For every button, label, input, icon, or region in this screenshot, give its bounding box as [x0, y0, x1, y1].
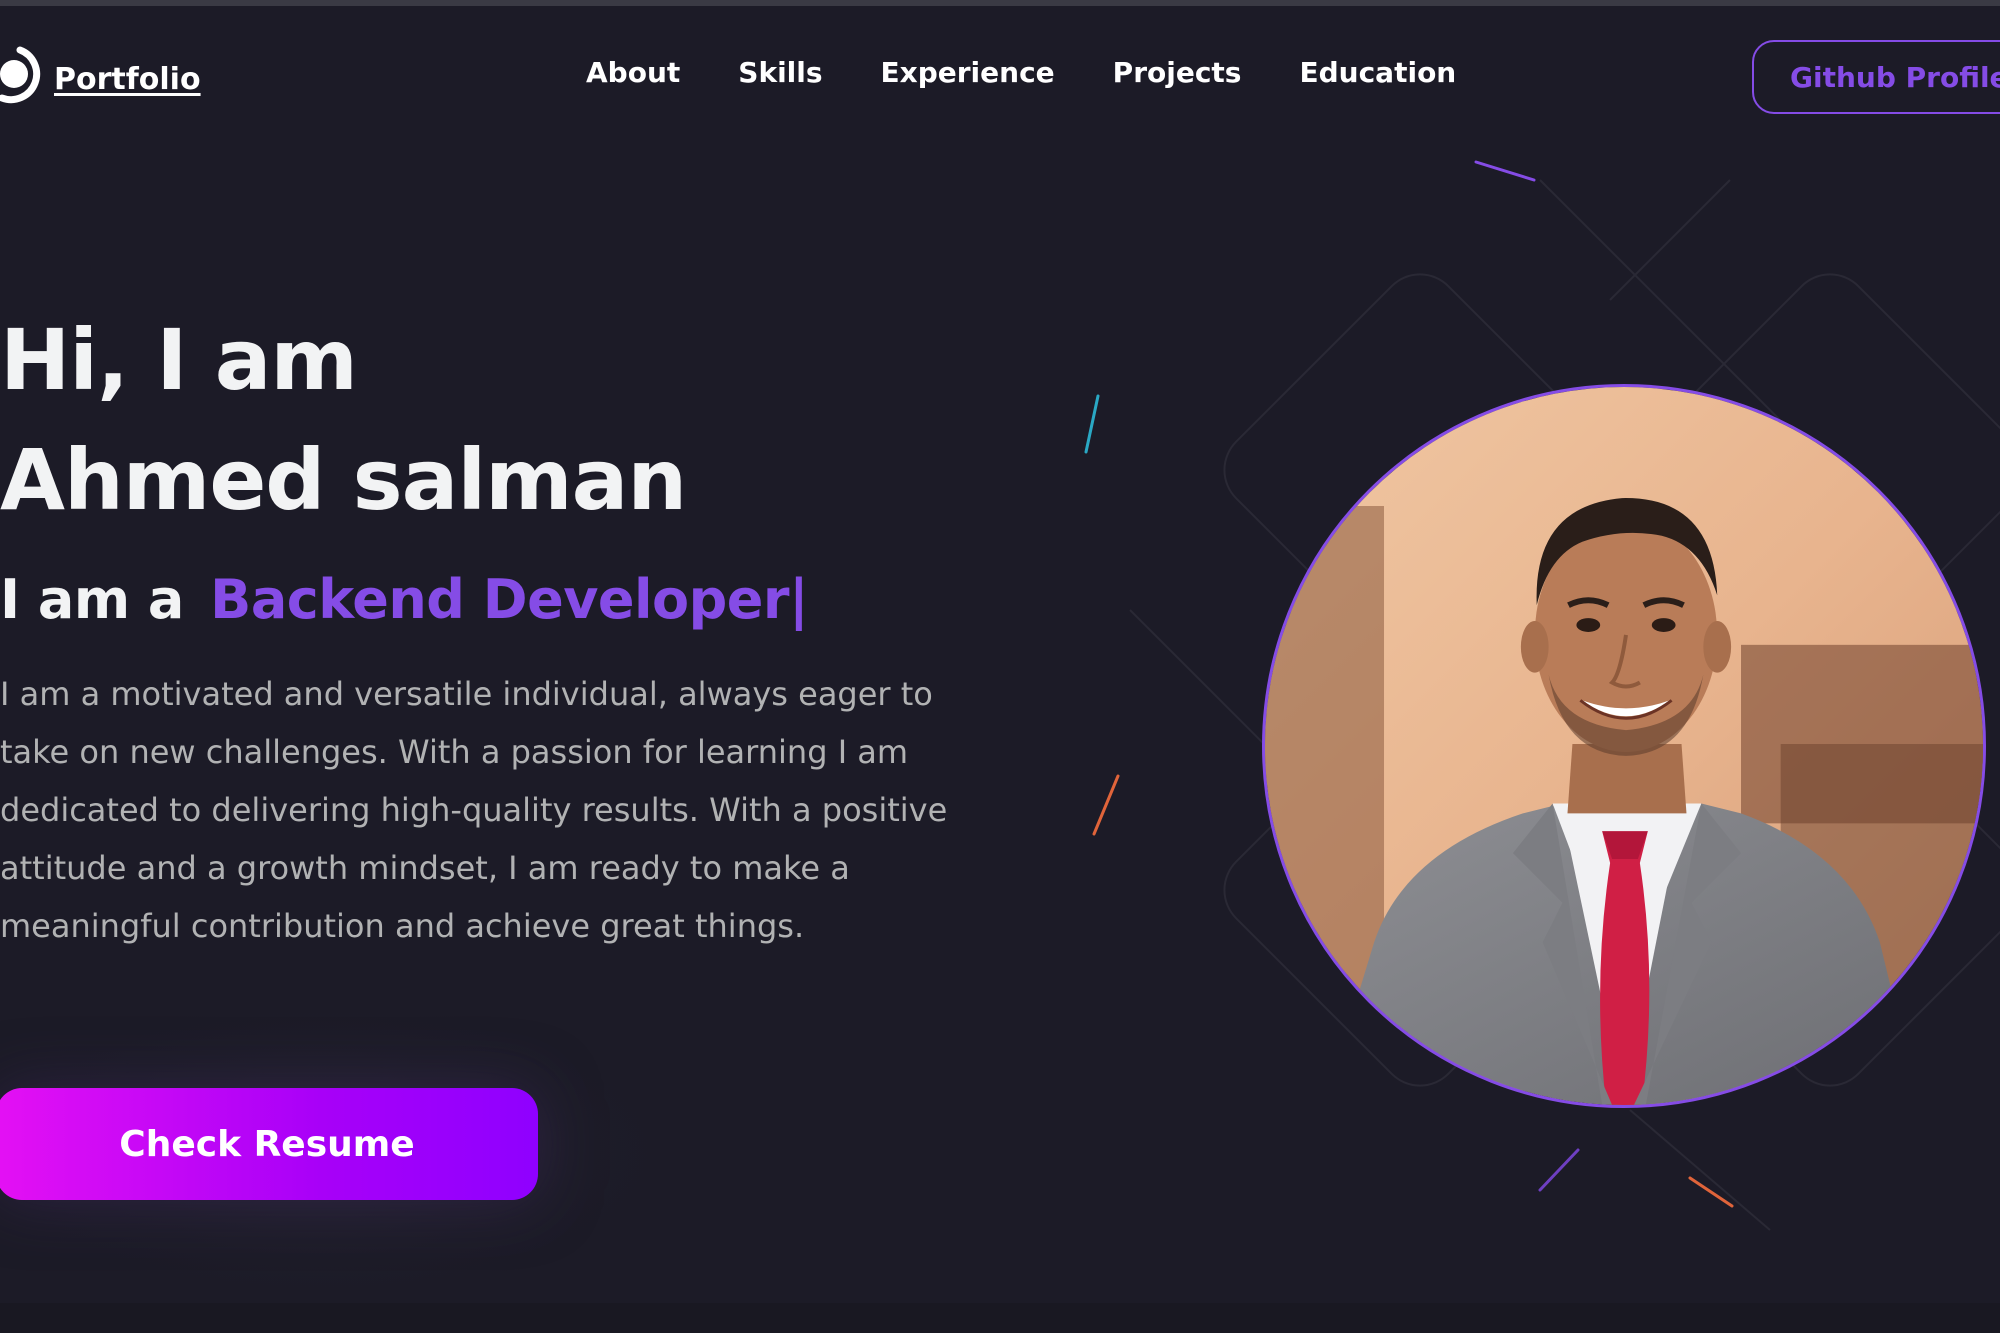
- profile-photo-illustration: [1265, 387, 1983, 1105]
- nav-projects[interactable]: Projects: [1113, 56, 1242, 89]
- logo-icon: [0, 46, 41, 104]
- github-profile-button[interactable]: Github Profile: [1752, 40, 2000, 114]
- nav-about[interactable]: About: [586, 56, 680, 89]
- shooting-star-violet: [1538, 1148, 1580, 1192]
- main-nav: About Skills Experience Projects Educati…: [586, 56, 1456, 89]
- nav-skills[interactable]: Skills: [738, 56, 822, 89]
- bg-line: [1609, 179, 1731, 301]
- brand-logo[interactable]: Portfolio: [0, 44, 201, 114]
- check-resume-button[interactable]: Check Resume: [0, 1088, 538, 1200]
- nav-experience[interactable]: Experience: [881, 56, 1055, 89]
- nav-education[interactable]: Education: [1299, 56, 1456, 89]
- bg-line: [1539, 179, 1781, 421]
- shooting-star-cyan: [1084, 394, 1100, 454]
- role-typewriter: Backend Developer: [210, 568, 790, 631]
- page-bottom-edge: [0, 1303, 2000, 1333]
- browser-top-strip: [0, 0, 2000, 6]
- shooting-star-purple: [1474, 160, 1536, 182]
- brand-name: Portfolio: [54, 61, 201, 97]
- role-line: I am a Backend Developer|: [0, 568, 809, 631]
- typewriter-cursor: |: [789, 568, 809, 631]
- profile-photo: [1262, 384, 1986, 1108]
- hero-title-line1: Hi, I am: [0, 311, 358, 409]
- hero-title-name: Ahmed salman: [0, 431, 687, 529]
- hero-bio: I am a motivated and versatile individua…: [0, 675, 948, 945]
- shooting-star-orange-2: [1688, 1176, 1734, 1208]
- portfolio-page: Portfolio About Skills Experience Projec…: [0, 0, 2000, 1333]
- hero-title: Hi, I am Ahmed salman: [0, 300, 687, 540]
- shooting-star-orange: [1092, 774, 1120, 836]
- role-prefix: I am a: [0, 568, 184, 631]
- bg-line: [1629, 1109, 1771, 1231]
